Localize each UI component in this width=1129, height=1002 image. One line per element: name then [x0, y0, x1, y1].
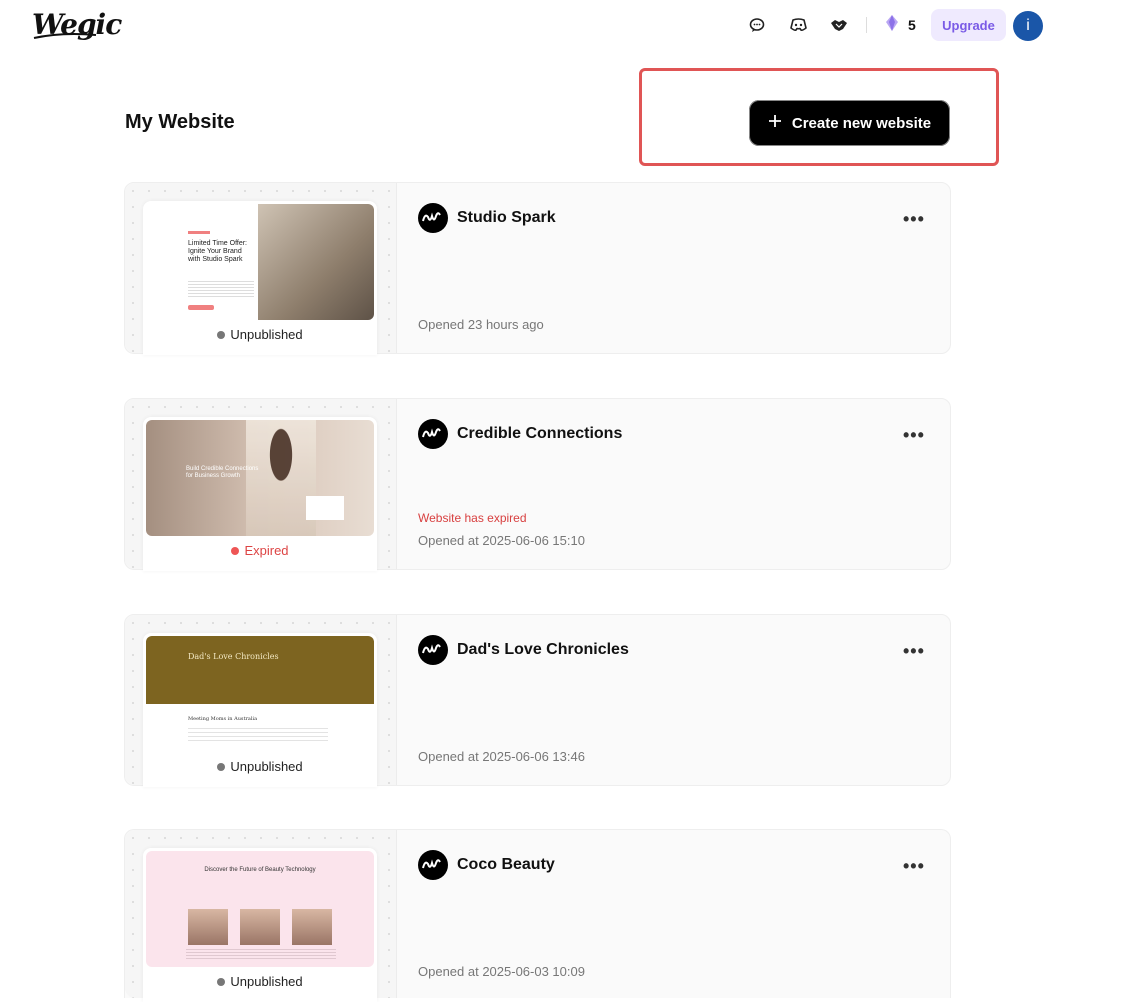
card-preview-area: Dad's Love Chronicles Meeting Moms in Au…: [125, 615, 397, 787]
website-thumbnail: Dad's Love Chronicles Meeting Moms in Au…: [146, 636, 374, 752]
thumbnail-model-photo: [240, 909, 280, 945]
status-dot-icon: [231, 546, 240, 555]
top-bar: Wegic 5 Upgrade i: [0, 0, 1129, 52]
site-name[interactable]: Coco Beauty: [457, 856, 555, 874]
thumbnail-model-photo: [188, 909, 228, 945]
thumbnail-frame[interactable]: Build Credible Connections for Business …: [143, 417, 377, 571]
site-logo-icon: [418, 203, 448, 233]
thumbnail-frame[interactable]: Dad's Love Chronicles Meeting Moms in Au…: [143, 633, 377, 787]
status-badge: Unpublished: [143, 974, 377, 989]
site-logo-icon: [418, 850, 448, 880]
status-label: Unpublished: [230, 759, 303, 774]
more-options-icon[interactable]: •••: [903, 209, 925, 230]
status-dot-icon: [217, 977, 226, 986]
website-thumbnail: Build Credible Connections for Business …: [146, 420, 374, 536]
thumbnail-title: Build Credible Connections for Business …: [186, 466, 259, 479]
status-label: Unpublished: [230, 327, 303, 342]
more-options-icon[interactable]: •••: [903, 425, 925, 446]
header-divider: [866, 17, 867, 33]
thumbnail-title: Limited Time Offer: Ignite Your Brand wi…: [188, 240, 248, 263]
expired-note: Website has expired: [418, 511, 527, 525]
create-label: Create new website: [791, 114, 932, 132]
create-new-website-button[interactable]: Create new website: [749, 100, 950, 146]
card-preview-area: Discover the Future of Beauty Technology…: [125, 830, 397, 1002]
handshake-icon[interactable]: [828, 14, 850, 36]
upgrade-button[interactable]: Upgrade: [931, 9, 1006, 41]
logo-swash: [33, 33, 97, 39]
thumbnail-subtitle: Meeting Moms in Australia: [188, 716, 258, 722]
plus-icon: [768, 114, 782, 132]
website-card-studio-spark[interactable]: Limited Time Offer: Ignite Your Brand wi…: [124, 182, 951, 355]
credits-counter[interactable]: 5: [884, 14, 916, 35]
site-name[interactable]: Dad's Love Chronicles: [457, 641, 629, 659]
website-card-dads-love-chronicles[interactable]: Dad's Love Chronicles Meeting Moms in Au…: [124, 614, 951, 787]
opened-time: Opened at 2025-06-06 13:46: [418, 749, 585, 764]
status-badge: Unpublished: [143, 327, 377, 342]
page-title: My Website: [125, 111, 235, 133]
thumbnail-model-photo: [292, 909, 332, 945]
credits-count: 5: [908, 16, 916, 33]
website-card-coco-beauty[interactable]: Discover the Future of Beauty Technology…: [124, 829, 951, 1002]
more-options-icon[interactable]: •••: [903, 641, 925, 662]
discord-icon[interactable]: [787, 14, 809, 36]
avatar[interactable]: i: [1013, 11, 1043, 41]
website-thumbnail: Limited Time Offer: Ignite Your Brand wi…: [146, 204, 374, 320]
opened-time: Opened at 2025-06-06 15:10: [418, 533, 585, 548]
site-logo-icon: [418, 419, 448, 449]
more-options-icon[interactable]: •••: [903, 856, 925, 877]
website-thumbnail: Discover the Future of Beauty Technology: [146, 851, 374, 967]
status-badge: Unpublished: [143, 759, 377, 774]
website-card-credible-connections[interactable]: Build Credible Connections for Business …: [124, 398, 951, 571]
card-preview-area: Limited Time Offer: Ignite Your Brand wi…: [125, 183, 397, 355]
thumbnail-frame[interactable]: Discover the Future of Beauty Technology…: [143, 848, 377, 1002]
opened-time: Opened at 2025-06-03 10:09: [418, 964, 585, 979]
status-dot-icon: [217, 762, 226, 771]
status-label: Unpublished: [230, 974, 303, 989]
thumbnail-interior-photo: [258, 204, 374, 320]
site-name[interactable]: Credible Connections: [457, 425, 622, 443]
thumbnail-title: Discover the Future of Beauty Technology: [204, 867, 316, 873]
status-label: Expired: [244, 543, 289, 558]
card-preview-area: Build Credible Connections for Business …: [125, 399, 397, 571]
thumbnail-frame[interactable]: Limited Time Offer: Ignite Your Brand wi…: [143, 201, 377, 355]
gem-icon: [884, 14, 900, 35]
site-name[interactable]: Studio Spark: [457, 209, 556, 227]
status-dot-icon: [217, 330, 226, 339]
chat-icon[interactable]: [746, 14, 768, 36]
thumbnail-title: Dad's Love Chronicles: [188, 652, 279, 661]
opened-time: Opened 23 hours ago: [418, 317, 544, 332]
site-logo-icon: [418, 635, 448, 665]
status-badge: Expired: [143, 543, 377, 558]
